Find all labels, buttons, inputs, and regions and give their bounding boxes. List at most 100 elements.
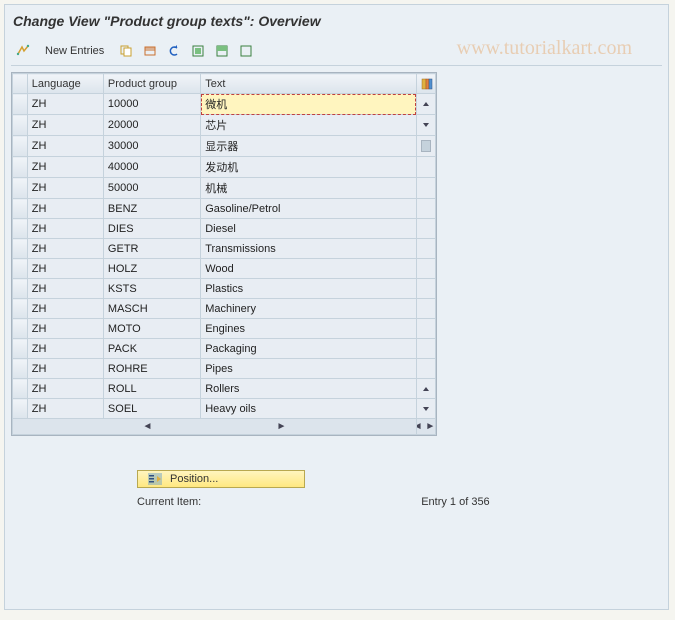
row-selector[interactable]: [13, 94, 28, 115]
cell-product-group[interactable]: 10000: [103, 94, 200, 115]
cell-product-group[interactable]: BENZ: [103, 199, 200, 219]
cell-language[interactable]: ZH: [27, 359, 103, 379]
vertical-scrollbar-track[interactable]: [416, 157, 435, 178]
row-selector[interactable]: [13, 399, 28, 419]
vertical-scrollbar-track[interactable]: [416, 339, 435, 359]
column-header-text[interactable]: Text: [201, 74, 417, 94]
deselect-icon[interactable]: [236, 41, 256, 61]
select-all-icon[interactable]: [188, 41, 208, 61]
cell-language[interactable]: ZH: [27, 178, 103, 199]
vertical-scrollbar-track[interactable]: [416, 319, 435, 339]
cell-text[interactable]: Diesel: [201, 219, 417, 239]
cell-language[interactable]: ZH: [27, 259, 103, 279]
cell-text[interactable]: Packaging: [201, 339, 417, 359]
cell-product-group[interactable]: 20000: [103, 115, 200, 136]
scroll-up-icon[interactable]: [417, 94, 435, 114]
vertical-scrollbar-track[interactable]: [416, 136, 435, 157]
cell-product-group[interactable]: HOLZ: [103, 259, 200, 279]
cell-language[interactable]: ZH: [27, 399, 103, 419]
undo-icon[interactable]: [164, 41, 184, 61]
column-header-language[interactable]: Language: [27, 74, 103, 94]
row-selector[interactable]: [13, 115, 28, 136]
scroll-down-icon[interactable]: [417, 399, 435, 418]
cell-product-group[interactable]: 30000: [103, 136, 200, 157]
cell-text[interactable]: Engines: [201, 319, 417, 339]
copy-icon[interactable]: [116, 41, 136, 61]
vertical-scrollbar-track[interactable]: [416, 94, 435, 115]
row-selector[interactable]: [13, 279, 28, 299]
row-selector[interactable]: [13, 178, 28, 199]
row-selector[interactable]: [13, 136, 28, 157]
cell-text[interactable]: 显示器: [201, 136, 417, 157]
vertical-scrollbar-track[interactable]: [416, 178, 435, 199]
vertical-scrollbar-track[interactable]: [416, 115, 435, 136]
scroll-down-step-icon[interactable]: [417, 115, 435, 135]
cell-text[interactable]: 机械: [201, 178, 417, 199]
cell-product-group[interactable]: PACK: [103, 339, 200, 359]
cell-language[interactable]: ZH: [27, 199, 103, 219]
cell-product-group[interactable]: DIES: [103, 219, 200, 239]
row-selector[interactable]: [13, 259, 28, 279]
cell-language[interactable]: ZH: [27, 319, 103, 339]
row-selector[interactable]: [13, 339, 28, 359]
cell-text[interactable]: Wood: [201, 259, 417, 279]
row-selector[interactable]: [13, 319, 28, 339]
cell-product-group[interactable]: SOEL: [103, 399, 200, 419]
cell-text[interactable]: 芯片: [201, 115, 417, 136]
row-selector[interactable]: [13, 379, 28, 399]
cell-language[interactable]: ZH: [27, 157, 103, 178]
row-selector[interactable]: [13, 299, 28, 319]
column-header-product-group[interactable]: Product group: [103, 74, 200, 94]
cell-language[interactable]: ZH: [27, 299, 103, 319]
vertical-scrollbar-track[interactable]: [416, 279, 435, 299]
cell-product-group[interactable]: 40000: [103, 157, 200, 178]
vertical-scrollbar-track[interactable]: [416, 379, 435, 399]
vertical-scrollbar-track[interactable]: [416, 299, 435, 319]
select-block-icon[interactable]: [212, 41, 232, 61]
cell-language[interactable]: ZH: [27, 115, 103, 136]
position-button[interactable]: Position...: [137, 470, 305, 488]
scrollbar-thumb[interactable]: [421, 140, 431, 152]
vertical-scrollbar-track[interactable]: [416, 239, 435, 259]
row-selector[interactable]: [13, 239, 28, 259]
vertical-scrollbar-track[interactable]: [416, 399, 435, 419]
cell-text[interactable]: Gasoline/Petrol: [201, 199, 417, 219]
cell-text[interactable]: Heavy oils: [201, 399, 417, 419]
vertical-scrollbar-track[interactable]: [416, 219, 435, 239]
cell-language[interactable]: ZH: [27, 279, 103, 299]
select-all-header[interactable]: [13, 74, 28, 94]
cell-text[interactable]: Plastics: [201, 279, 417, 299]
cell-text[interactable]: Machinery: [201, 299, 417, 319]
vertical-scrollbar-track[interactable]: [416, 359, 435, 379]
cell-language[interactable]: ZH: [27, 239, 103, 259]
row-selector[interactable]: [13, 199, 28, 219]
toggle-icon[interactable]: [13, 41, 33, 61]
cell-language[interactable]: ZH: [27, 379, 103, 399]
cell-language[interactable]: ZH: [27, 339, 103, 359]
cell-language[interactable]: ZH: [27, 136, 103, 157]
cell-product-group[interactable]: KSTS: [103, 279, 200, 299]
cell-text[interactable]: Transmissions: [201, 239, 417, 259]
new-entries-button[interactable]: New Entries: [37, 43, 112, 59]
row-selector[interactable]: [13, 359, 28, 379]
cell-product-group[interactable]: MASCH: [103, 299, 200, 319]
cell-product-group[interactable]: MOTO: [103, 319, 200, 339]
cell-text[interactable]: Rollers: [201, 379, 417, 399]
cell-text[interactable]: 微机: [201, 94, 417, 115]
cell-product-group[interactable]: 50000: [103, 178, 200, 199]
scroll-right-icon[interactable]: ►: [274, 420, 288, 434]
cell-product-group[interactable]: ROLL: [103, 379, 200, 399]
scroll-up-step-icon[interactable]: [417, 379, 435, 398]
delimit-icon[interactable]: [140, 41, 160, 61]
row-selector[interactable]: [13, 219, 28, 239]
cell-text[interactable]: Pipes: [201, 359, 417, 379]
scroll-left-icon[interactable]: ◄: [140, 420, 154, 434]
cell-product-group[interactable]: ROHRE: [103, 359, 200, 379]
row-selector[interactable]: [13, 157, 28, 178]
cell-product-group[interactable]: GETR: [103, 239, 200, 259]
table-config-icon[interactable]: [416, 74, 435, 94]
vertical-scrollbar-track[interactable]: [416, 199, 435, 219]
cell-text[interactable]: 发动机: [201, 157, 417, 178]
cell-language[interactable]: ZH: [27, 94, 103, 115]
vertical-scrollbar-track[interactable]: [416, 259, 435, 279]
